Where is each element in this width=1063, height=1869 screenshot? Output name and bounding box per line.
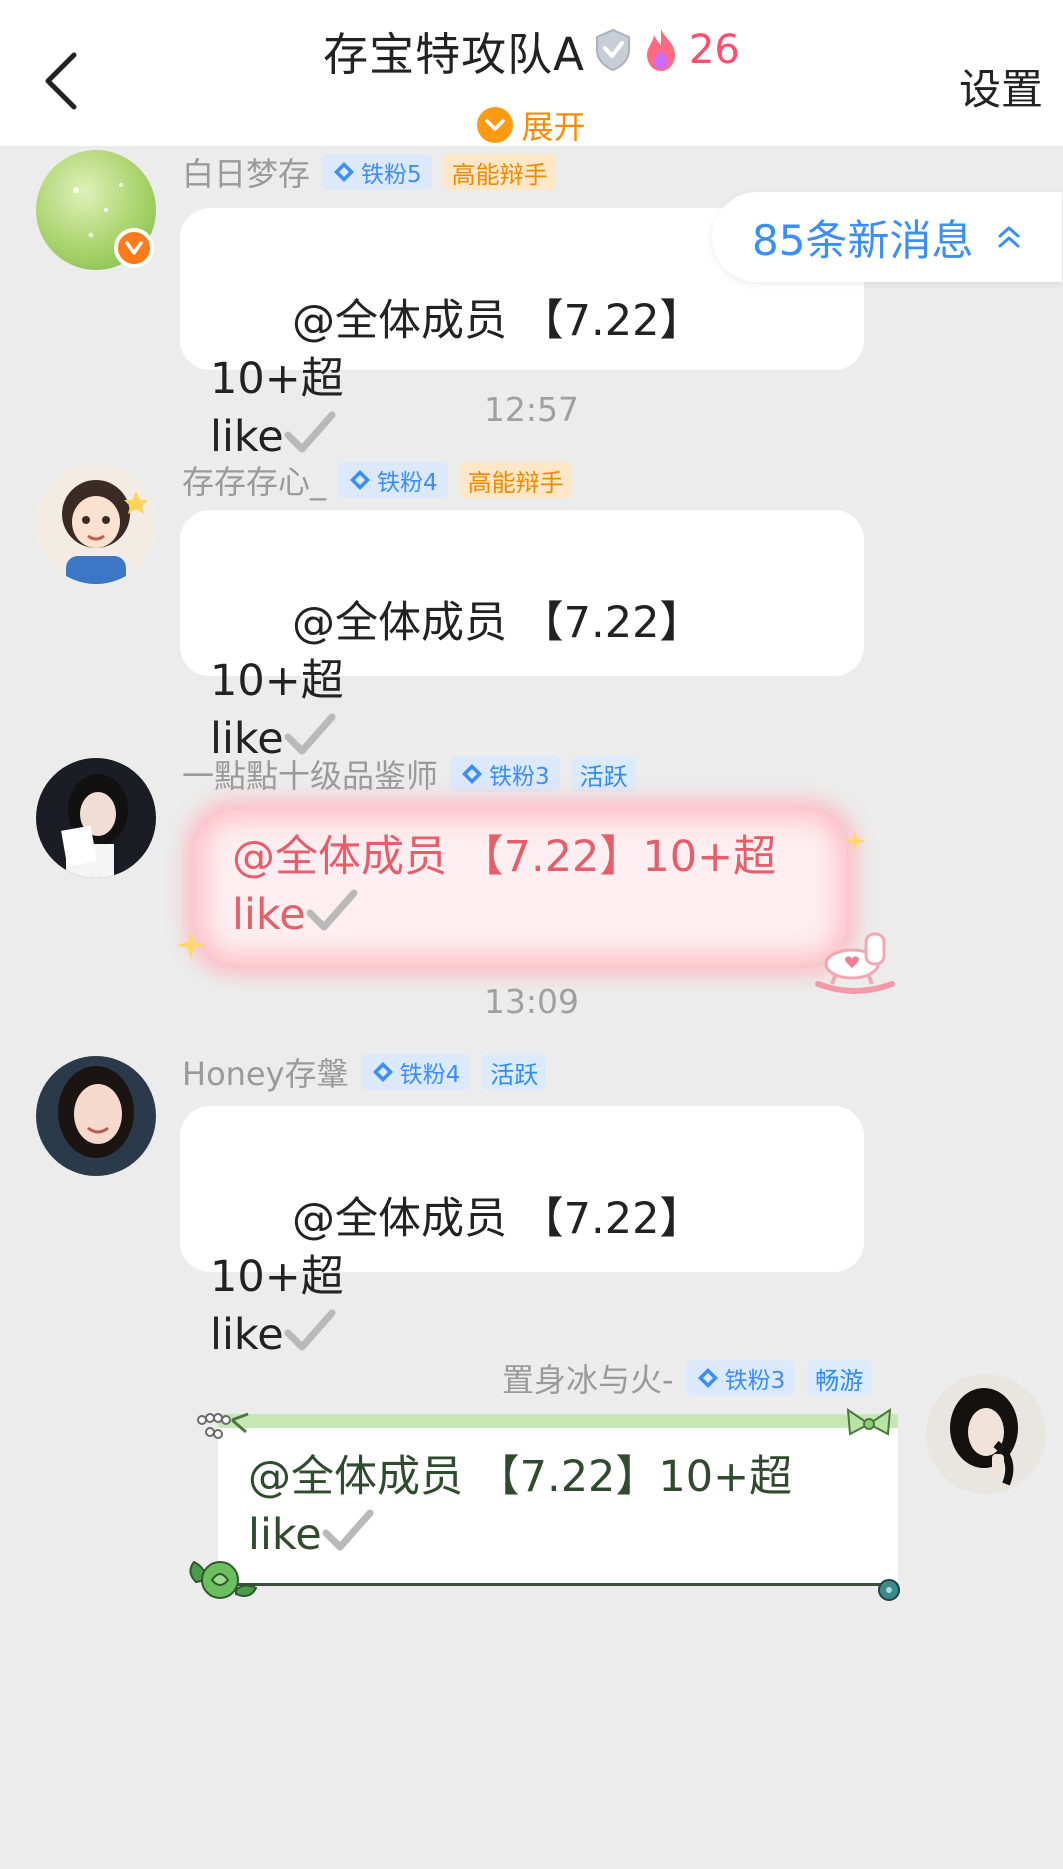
group-title: 存宝特攻队A — [323, 27, 585, 81]
checkmark-icon — [284, 1309, 336, 1351]
avatar-image — [950, 1388, 1018, 1486]
fan-level-text: 铁粉4 — [377, 470, 438, 496]
sender-name[interactable]: Honey存鞶 — [182, 1049, 349, 1095]
sender-name[interactable]: 存存存心_ — [182, 457, 326, 503]
message-meta: Honey存鞶 铁粉4 活跃 — [182, 1049, 547, 1095]
timestamp: 12:57 — [483, 390, 580, 429]
member-title-badge: 活跃 — [571, 756, 636, 792]
sender-name[interactable]: 一點點十级品鉴师 — [182, 751, 438, 797]
message-bubble[interactable]: @全体成员 【7.22】10+超 like — [218, 1414, 898, 1586]
fan-level-text: 铁粉3 — [489, 764, 550, 790]
message-bubble[interactable]: @全体成员 【7.22】10+超 like — [180, 1106, 864, 1360]
rose-icon — [189, 1560, 258, 1599]
fire-icon — [646, 29, 675, 71]
diamond-icon — [462, 764, 483, 784]
avatar[interactable] — [926, 1374, 1046, 1494]
expand-label: 展开 — [521, 108, 586, 146]
avatar[interactable] — [36, 1056, 156, 1176]
vip-v-icon — [114, 228, 154, 268]
avatar[interactable] — [36, 464, 156, 584]
new-messages-label: 85条新消息 — [752, 215, 974, 265]
fan-level-badge: 铁粉5 — [322, 154, 432, 190]
fan-level-text: 铁粉5 — [361, 162, 422, 188]
diamond-icon — [350, 470, 371, 490]
bead-string-icon — [197, 1412, 249, 1439]
diamond-icon — [334, 162, 355, 182]
diamond-icon — [697, 1368, 718, 1388]
chevron-down-icon — [477, 107, 514, 143]
message-meta: 一點點十级品鉴师 铁粉3 活跃 — [182, 751, 636, 797]
message-meta: 存存存心_ 铁粉4 高能辩手 — [182, 457, 572, 503]
bell-icon — [878, 1579, 900, 1601]
avatar-image — [61, 774, 128, 878]
fan-level-badge: 铁粉3 — [450, 756, 560, 792]
settings-button[interactable]: 设置 — [959, 56, 1043, 117]
timestamp: 13:09 — [483, 982, 580, 1021]
sparkle-icon — [844, 830, 866, 852]
fan-level-badge: 铁粉4 — [338, 462, 448, 498]
fan-level-badge: 铁粉3 — [685, 1360, 796, 1396]
bow-icon — [846, 1408, 892, 1436]
member-title-badge: 高能辩手 — [443, 154, 556, 190]
message-bubble[interactable]: @全体成员 【7.22】10+超 like — [196, 810, 846, 964]
sender-name[interactable]: 置身冰与火- — [502, 1355, 674, 1401]
avatar[interactable] — [36, 758, 156, 878]
checkmark-icon — [322, 1509, 374, 1551]
fan-level-badge: 铁粉4 — [360, 1054, 471, 1090]
member-title-badge: 畅游 — [807, 1360, 872, 1396]
member-title-badge: 高能辩手 — [459, 462, 572, 498]
expand-toggle[interactable]: 展开 — [0, 102, 1063, 148]
fire-count: 26 — [688, 27, 740, 73]
message-meta: 白日梦存 铁粉5 高能辩手 — [182, 149, 556, 195]
title-row: 存宝特攻队A 26 — [0, 20, 1063, 81]
fan-level-text: 铁粉3 — [724, 1368, 786, 1394]
chat-area[interactable]: 白日梦存 铁粉5 高能辩手 @全体成员 【7.22】10+超 like 85条新… — [0, 146, 1063, 1869]
avatar-image — [62, 480, 148, 584]
double-chevron-up-icon — [998, 226, 1020, 248]
sparkle-icon — [176, 930, 206, 960]
diamond-icon — [372, 1062, 393, 1082]
message-bubble[interactable]: @全体成员 【7.22】10+超 like — [180, 510, 864, 764]
avatar-image — [58, 1066, 134, 1158]
fan-level-text: 铁粉4 — [399, 1062, 461, 1088]
new-messages-button[interactable]: 85条新消息 — [712, 192, 1062, 282]
chat-header: 存宝特攻队A 26 展开 设置 — [0, 0, 1063, 146]
verified-shield-icon — [595, 28, 630, 72]
message-meta: 置身冰与火- 铁粉3 畅游 — [502, 1355, 872, 1401]
member-title-badge: 活跃 — [482, 1054, 547, 1090]
checkmark-icon — [306, 889, 358, 931]
sender-name[interactable]: 白日梦存 — [182, 149, 310, 195]
